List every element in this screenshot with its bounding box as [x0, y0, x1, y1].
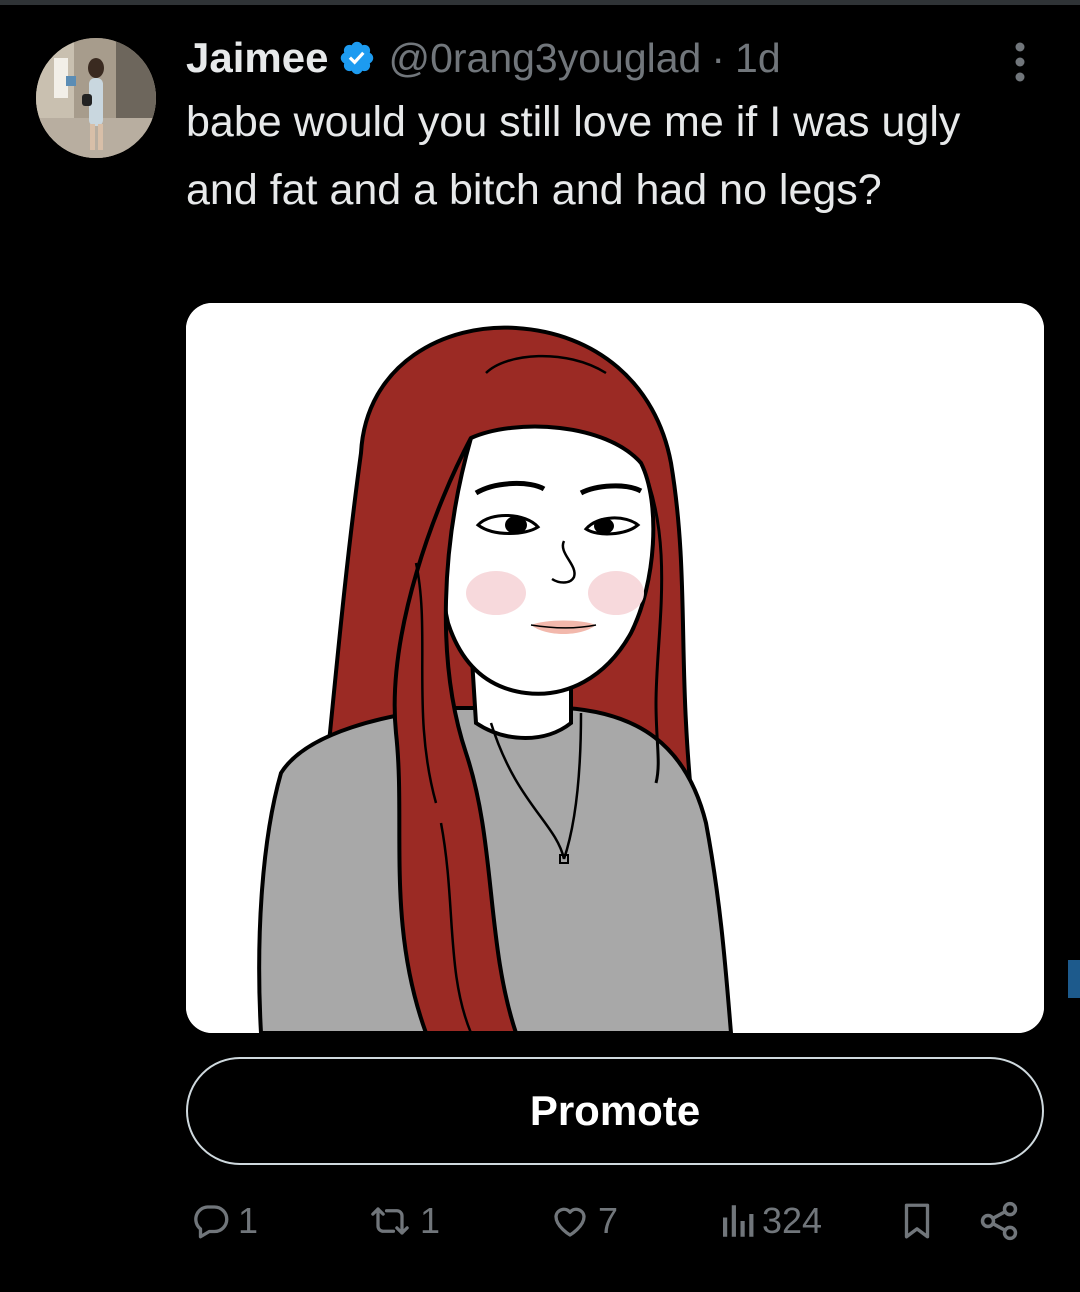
reply-icon — [194, 1205, 229, 1239]
like-button[interactable]: 7 — [548, 1196, 618, 1246]
top-divider — [0, 0, 1080, 5]
tweet-header: Jaimee @0rang3youglad · 1d — [186, 30, 781, 86]
tweet-media-image[interactable] — [186, 303, 1044, 1033]
retweet-count: 1 — [420, 1200, 441, 1241]
retweet-icon — [371, 1207, 409, 1235]
display-name[interactable]: Jaimee — [186, 34, 328, 82]
scroll-indicator — [1068, 960, 1080, 998]
views-count: 324 — [762, 1200, 823, 1241]
retweet-button[interactable]: 1 — [366, 1196, 440, 1246]
separator-dot: · — [711, 34, 726, 81]
bookmark-icon — [904, 1203, 930, 1239]
avatar[interactable] — [36, 38, 156, 158]
views-icon — [723, 1205, 754, 1237]
like-icon — [554, 1207, 586, 1237]
tweet-text: babe would you still love me if I was ug… — [186, 98, 961, 214]
promote-button[interactable]: Promote — [186, 1057, 1044, 1165]
tweet-actions-bar: 1 1 7 324 — [0, 1196, 1080, 1246]
more-icon[interactable] — [1006, 40, 1034, 84]
views-button[interactable]: 324 — [718, 1196, 822, 1246]
share-icon — [980, 1201, 1018, 1241]
handle[interactable]: @0rang3youglad — [388, 35, 701, 82]
verified-icon — [341, 41, 374, 75]
reply-button[interactable]: 1 — [190, 1196, 258, 1246]
bookmark-button[interactable] — [896, 1196, 938, 1246]
reply-count: 1 — [238, 1200, 259, 1241]
illustration-girl-red-hair — [186, 303, 1044, 1033]
like-count: 7 — [598, 1200, 619, 1241]
share-button[interactable] — [976, 1196, 1022, 1246]
timestamp[interactable]: 1d — [735, 35, 781, 82]
avatar-photo — [36, 38, 156, 158]
